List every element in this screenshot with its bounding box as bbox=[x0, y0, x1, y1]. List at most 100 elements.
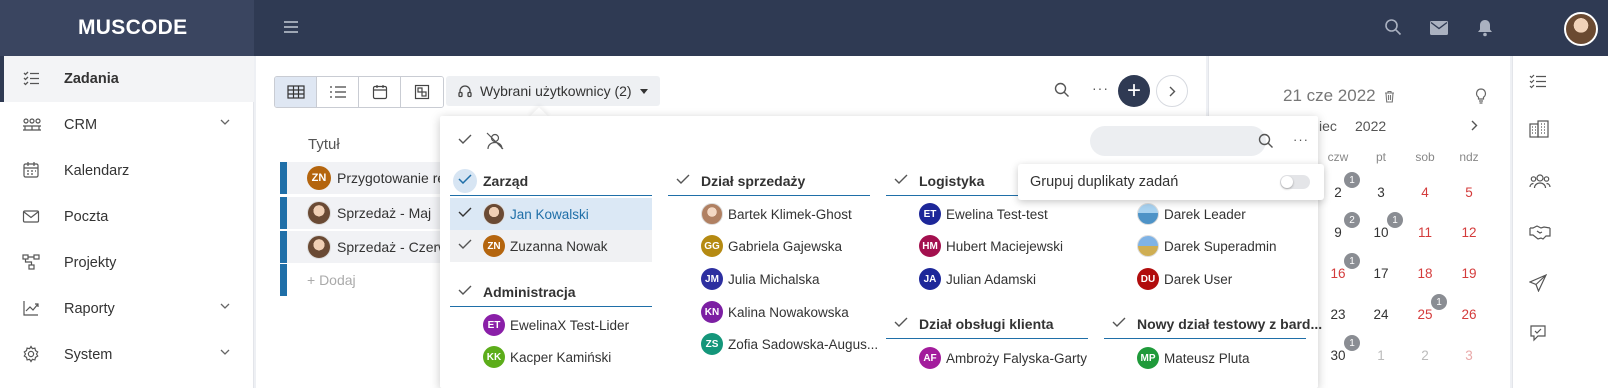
trash-icon[interactable] bbox=[1384, 90, 1395, 103]
user-name: Julia Michalska bbox=[728, 271, 820, 287]
tasks-list-icon[interactable] bbox=[1529, 72, 1547, 90]
deselect-users-icon[interactable] bbox=[486, 132, 504, 150]
group-header-dzial-sprzedazy[interactable]: Dział sprzedaży bbox=[668, 166, 870, 196]
sidebar-item-crm[interactable]: CRM bbox=[0, 102, 254, 148]
user-item[interactable]: AF Ambroży Falyska-Garty bbox=[886, 342, 1088, 374]
user-name: Kacper Kamiński bbox=[510, 349, 612, 365]
calendar-day[interactable]: 3 bbox=[1454, 348, 1484, 363]
user-item[interactable]: JM Julia Michalska bbox=[668, 263, 870, 295]
calendar-day[interactable]: 3 bbox=[1366, 185, 1396, 200]
table-row[interactable]: Sprzedaż - Maj bbox=[280, 197, 450, 229]
calendar-day[interactable]: 2 bbox=[1410, 348, 1440, 363]
user-item[interactable]: Darek Superadmin bbox=[1104, 230, 1306, 262]
buildings-icon[interactable] bbox=[1529, 120, 1549, 138]
mail-icon[interactable] bbox=[1430, 21, 1448, 35]
calendar-date[interactable]: 21 cze 2022 bbox=[1283, 86, 1395, 106]
group-header-administracja[interactable]: Administracja bbox=[450, 277, 652, 307]
chevron-right-button[interactable] bbox=[1156, 75, 1188, 107]
user-item[interactable]: ET EwelinaX Test-Lider bbox=[450, 309, 652, 341]
calendar-day[interactable]: 24 bbox=[1366, 307, 1396, 322]
add-task-button[interactable]: + bbox=[1118, 75, 1150, 107]
table-view-button[interactable] bbox=[275, 77, 317, 107]
brand-logo[interactable]: MUSCODE bbox=[0, 0, 254, 56]
search-icon[interactable] bbox=[1258, 133, 1274, 149]
calendar-view-button[interactable] bbox=[359, 77, 401, 107]
task-title: Sprzedaż - Maj bbox=[337, 205, 432, 221]
caret-down-icon bbox=[639, 88, 648, 94]
contacts-group-icon[interactable] bbox=[1529, 172, 1551, 190]
calendar-month[interactable]: iec bbox=[1319, 118, 1337, 134]
sidebar-item-label: Kalendarz bbox=[64, 163, 130, 179]
user-item[interactable]: JA Julian Adamski bbox=[886, 263, 1088, 295]
sidebar-item-system[interactable]: System bbox=[0, 332, 254, 378]
calendar-day[interactable]: 4 bbox=[1410, 185, 1440, 200]
search-icon[interactable] bbox=[1384, 18, 1402, 36]
calendar-day[interactable]: 12 bbox=[1454, 225, 1484, 240]
add-task-row[interactable]: + Dodaj bbox=[280, 264, 450, 296]
calendar-day[interactable]: 17 bbox=[1366, 266, 1396, 281]
send-plane-icon[interactable] bbox=[1529, 274, 1547, 292]
group-name: Dział obsługi klienta bbox=[919, 315, 1054, 332]
group-header-zarzad[interactable]: Zarząd bbox=[450, 166, 652, 196]
user-item[interactable]: KK Kacper Kamiński bbox=[450, 341, 652, 373]
sidebar-item-zadania[interactable]: Zadania bbox=[0, 56, 254, 102]
calendar-day[interactable]: 5 bbox=[1454, 185, 1484, 200]
user-item[interactable]: ZS Zofia Sadowska-Augus... bbox=[668, 328, 878, 360]
chevron-down-icon bbox=[220, 303, 230, 309]
sidebar-item-kalendarz[interactable]: Kalendarz bbox=[0, 148, 254, 194]
column-header-title[interactable]: Tytuł bbox=[308, 136, 340, 153]
chat-check-icon[interactable] bbox=[1529, 324, 1547, 342]
group-header-nowy-dzial-testowy[interactable]: Nowy dział testowy z bard... bbox=[1104, 309, 1322, 339]
user-item[interactable]: Darek Leader bbox=[1104, 198, 1306, 230]
user-item[interactable]: GG Gabriela Gajewska bbox=[668, 230, 870, 262]
calendar-day[interactable]: 11 bbox=[1410, 225, 1440, 240]
user-name: Darek User bbox=[1164, 271, 1233, 287]
user-item[interactable]: ET Ewelina Test-test bbox=[886, 198, 1088, 230]
user-avatar[interactable] bbox=[1564, 12, 1598, 46]
user-name: Darek Leader bbox=[1164, 206, 1246, 222]
chevron-right-icon[interactable] bbox=[1471, 120, 1478, 131]
calendar-day[interactable]: 23 bbox=[1323, 307, 1353, 322]
user-item[interactable]: Bartek Klimek-Ghost bbox=[668, 198, 870, 230]
group-name: Dział sprzedaży bbox=[701, 172, 806, 189]
board-view-button[interactable] bbox=[401, 77, 443, 107]
user-filter-dropdown[interactable]: Wybrani użytkownicy (2) bbox=[446, 76, 660, 106]
user-search-input[interactable] bbox=[1090, 126, 1266, 156]
user-select-panel: ··· Zarząd Jan Kowalski ZN Zuzanna Nowak… bbox=[440, 116, 1322, 388]
user-item[interactable]: DU Darek User bbox=[1104, 263, 1306, 295]
user-name: EwelinaX Test-Lider bbox=[510, 317, 630, 333]
user-item[interactable]: MP Mateusz Pluta bbox=[1104, 342, 1306, 374]
user-item[interactable]: Jan Kowalski bbox=[450, 198, 652, 230]
sidebar-item-label: Raporty bbox=[64, 301, 115, 317]
group-duplicates-option[interactable]: Grupuj duplikaty zadań bbox=[1018, 164, 1324, 200]
list-view-button[interactable] bbox=[317, 77, 359, 107]
group-header-dzial-obslugi-klienta[interactable]: Dział obsługi klienta bbox=[886, 309, 1088, 339]
search-icon[interactable] bbox=[1054, 82, 1070, 98]
group-duplicates-toggle[interactable] bbox=[1280, 175, 1310, 189]
user-name: Ambroży Falyska-Garty bbox=[946, 350, 1088, 366]
day-header: czw bbox=[1327, 150, 1349, 164]
more-options-icon[interactable]: ··· bbox=[1293, 132, 1309, 147]
calendar-day[interactable]: 26 bbox=[1454, 307, 1484, 322]
select-all-check-icon[interactable] bbox=[458, 134, 472, 144]
user-item[interactable]: HM Hubert Maciejewski bbox=[886, 230, 1088, 262]
calendar-year[interactable]: 2022 bbox=[1355, 118, 1386, 134]
bell-icon[interactable] bbox=[1477, 19, 1493, 37]
event-count-badge: 1 bbox=[1387, 212, 1403, 228]
calendar-day[interactable]: 19 bbox=[1454, 266, 1484, 281]
lightbulb-icon[interactable] bbox=[1475, 88, 1487, 104]
user-item[interactable]: ZN Zuzanna Nowak bbox=[450, 230, 652, 262]
sidebar-item-label: Zadania bbox=[64, 71, 119, 87]
table-row[interactable]: ZN Przygotowanie re bbox=[280, 162, 450, 194]
sidebar-item-projekty[interactable]: Projekty bbox=[0, 240, 254, 286]
handshake-icon[interactable] bbox=[1529, 224, 1551, 240]
calendar-day[interactable]: 1 bbox=[1366, 348, 1396, 363]
calendar-day[interactable]: 18 bbox=[1410, 266, 1440, 281]
hamburger-menu-icon[interactable] bbox=[284, 20, 298, 34]
more-options-icon[interactable]: ··· bbox=[1092, 80, 1109, 96]
sidebar-item-poczta[interactable]: Poczta bbox=[0, 194, 254, 240]
sidebar-item-raporty[interactable]: Raporty bbox=[0, 286, 254, 332]
avatar bbox=[701, 203, 723, 225]
user-item[interactable]: KN Kalina Nowakowska bbox=[668, 296, 870, 328]
table-row[interactable]: Sprzedaż - Czerw bbox=[280, 231, 450, 263]
